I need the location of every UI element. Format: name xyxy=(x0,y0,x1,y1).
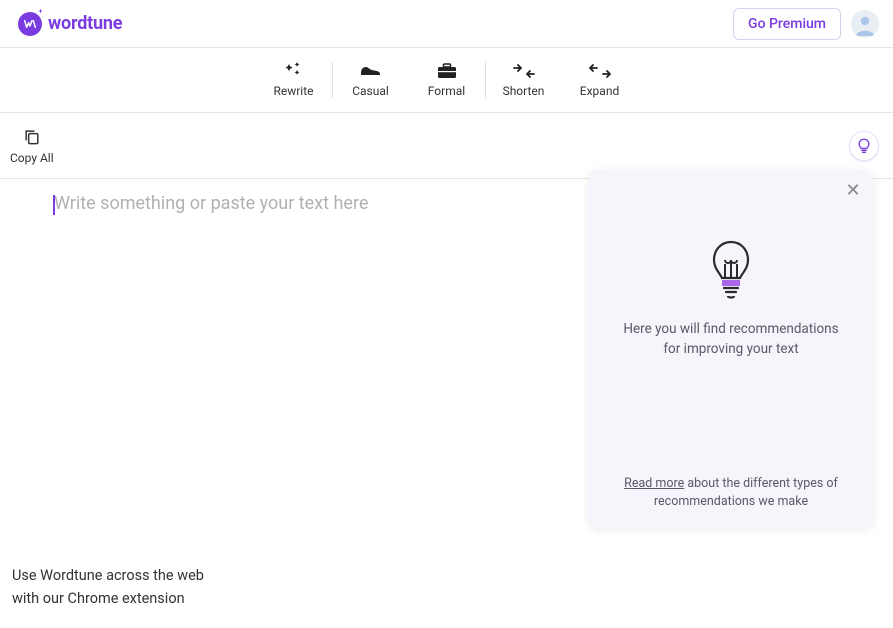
tool-label: Casual xyxy=(352,84,389,98)
briefcase-icon xyxy=(437,62,457,80)
toolbar: Rewrite Casual Formal Shorten xyxy=(0,48,893,113)
brand-logo[interactable]: wordtune xyxy=(18,12,122,36)
lightbulb-icon xyxy=(855,137,873,155)
tool-expand[interactable]: Expand xyxy=(562,56,638,104)
panel-message-line1: Here you will find recommendations xyxy=(613,320,849,340)
footer-line2: with our Chrome extension xyxy=(12,588,204,610)
tool-label: Expand xyxy=(580,84,619,98)
panel-footer: Read more about the different types of r… xyxy=(607,475,855,510)
sneaker-icon xyxy=(359,62,383,80)
header: wordtune Go Premium xyxy=(0,0,893,48)
close-icon[interactable]: ✕ xyxy=(843,180,863,200)
lightbulb-large-icon xyxy=(707,238,755,302)
tool-formal[interactable]: Formal xyxy=(409,56,485,104)
sparkles-icon xyxy=(283,62,305,80)
footer-line1: Use Wordtune across the web xyxy=(12,565,204,587)
go-premium-button[interactable]: Go Premium xyxy=(733,8,841,40)
tool-rewrite[interactable]: Rewrite xyxy=(256,56,332,104)
tips-button[interactable] xyxy=(849,131,879,161)
tool-label: Formal xyxy=(428,84,465,98)
panel-message-line2: for improving your text xyxy=(613,340,849,360)
read-more-link[interactable]: Read more xyxy=(624,476,684,491)
tool-label: Rewrite xyxy=(273,84,313,98)
tool-casual[interactable]: Casual xyxy=(333,56,409,104)
shorten-icon xyxy=(512,62,536,80)
text-caret xyxy=(53,195,55,215)
panel-message: Here you will find recommendations for i… xyxy=(607,320,855,359)
copy-all-label: Copy All xyxy=(10,151,54,165)
logo-badge-icon xyxy=(18,12,42,36)
copy-all-button[interactable]: Copy All xyxy=(10,127,54,165)
footer-note: Use Wordtune across the web with our Chr… xyxy=(12,565,204,610)
copy-icon xyxy=(22,127,42,147)
avatar[interactable] xyxy=(851,10,879,38)
tool-shorten[interactable]: Shorten xyxy=(486,56,562,104)
header-right: Go Premium xyxy=(733,8,879,40)
recommendations-panel: ✕ Here you will find recommendations for… xyxy=(589,170,873,528)
brand-text: wordtune xyxy=(48,13,122,34)
tool-label: Shorten xyxy=(503,84,545,98)
expand-icon xyxy=(588,62,612,80)
